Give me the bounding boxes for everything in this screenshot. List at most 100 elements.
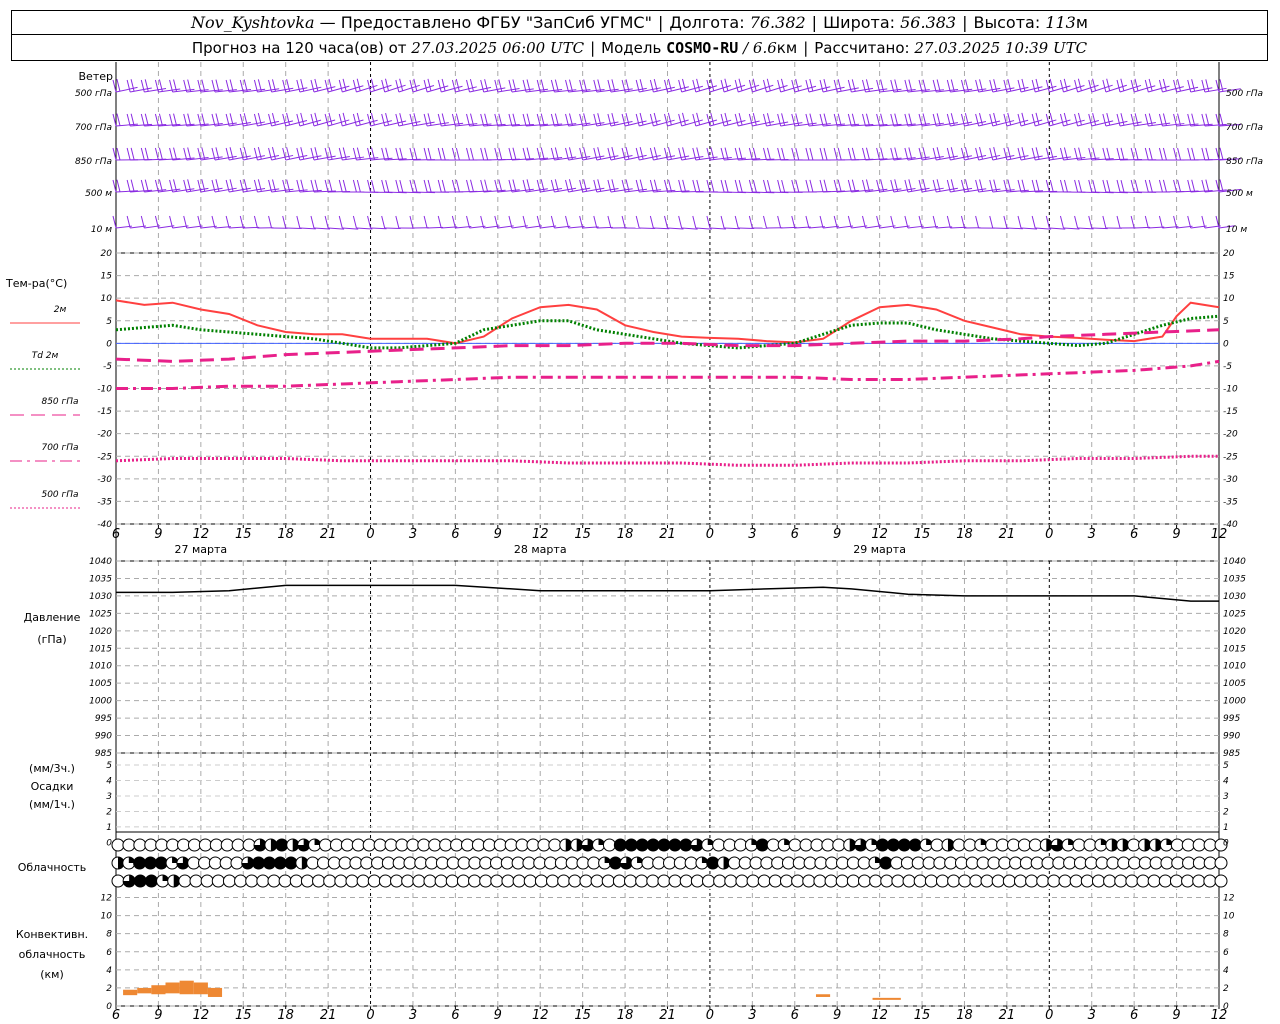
wind-barb-feather <box>158 113 163 126</box>
temp-tick-right: -35 <box>1223 497 1238 507</box>
temp-tick-left: -5 <box>103 362 112 372</box>
wind-barb-feather <box>1120 179 1125 193</box>
hour-tick-label: 9 <box>833 1008 841 1023</box>
wind-barb-feather <box>777 79 782 93</box>
cloud-cover-circle <box>803 856 817 870</box>
wind-barb-feather <box>253 147 258 161</box>
wind-barb-feather <box>338 113 343 127</box>
wind-barb-feather <box>300 147 305 160</box>
cloud-cover-circle <box>835 874 849 888</box>
temp-tick-left: -10 <box>97 385 112 395</box>
hour-tick-label: 12 <box>532 1008 549 1023</box>
wind-barb-feather <box>989 147 994 161</box>
cloud-cover-circle <box>701 874 715 888</box>
cloud-cover-circle <box>996 838 1010 852</box>
wind-barb-feather <box>1148 179 1153 193</box>
wind-barb-feather <box>423 215 428 229</box>
wind-barb-feather <box>385 180 390 193</box>
cloud-cover-circle <box>779 874 793 888</box>
wind-barb-feather <box>1106 113 1111 126</box>
hour-tick-label: 3 <box>748 1008 756 1023</box>
wind-barb-feather <box>314 179 319 192</box>
wind-barb-feather <box>268 215 273 229</box>
wind-barb-feather <box>710 112 715 126</box>
cloud-cover-circle <box>445 874 459 888</box>
hour-tick-label: 15 <box>914 1008 931 1023</box>
cloud-cover-circle <box>220 838 234 852</box>
wind-barb-feather <box>1201 179 1206 193</box>
cloud-cover-circle <box>1170 838 1184 852</box>
hour-tick-label: 18 <box>956 1008 973 1023</box>
wind-barb-shaft <box>1063 227 1080 230</box>
cloud-cover-circle <box>537 838 551 852</box>
wind-barb-feather <box>352 79 357 93</box>
wind-barb-shaft <box>370 227 387 230</box>
cloud-cover-circle <box>657 874 671 888</box>
cloud-cover-circle <box>533 856 547 870</box>
cloud-cover-circle <box>1182 856 1196 870</box>
cloud-cover-circle <box>565 856 579 870</box>
wind-barb-feather <box>1049 112 1054 126</box>
cloud-cover-circle <box>602 838 616 852</box>
wind-barb-feather <box>720 215 725 229</box>
cloud-cover-circle <box>825 856 839 870</box>
wind-barb-feather <box>1158 215 1163 229</box>
wind-barb-feather <box>338 79 343 93</box>
cloud-cover-circle <box>568 874 582 888</box>
wind-barb-feather <box>268 147 273 161</box>
wind-barb-feather <box>395 147 400 161</box>
wind-barb-feather <box>140 113 145 127</box>
cloud-cover-circle <box>824 874 838 888</box>
wind-barb-feather <box>554 113 559 126</box>
wind-barb-feather <box>314 112 319 126</box>
cloud-cover-circle <box>1019 856 1033 870</box>
cloud-cover-circle <box>891 874 905 888</box>
wind-barb-feather <box>819 179 824 193</box>
pres-tick-left: 985 <box>95 749 112 759</box>
wind-barb-feather <box>201 113 206 126</box>
wind-barb-feather <box>607 215 612 229</box>
wind-barb-feather <box>667 112 672 126</box>
temp-tick-right: 20 <box>1223 249 1235 259</box>
conv-cloud-bar <box>872 997 901 1000</box>
wind-barb-feather <box>1201 147 1206 161</box>
cloud-cover-circle <box>947 874 961 888</box>
wind-barb-feather <box>1158 147 1163 161</box>
wind-barb-feather <box>158 179 163 192</box>
cloud-cover-circle <box>373 838 387 852</box>
temp-tick-left: 15 <box>101 272 113 282</box>
wind-barb-feather <box>367 113 372 127</box>
pres-tick-left: 995 <box>95 714 112 724</box>
cloud-cover-circle <box>378 874 392 888</box>
hour-tick-label: 12 <box>871 1008 888 1023</box>
pres-tick-left: 1040 <box>89 557 112 567</box>
cloud-cover-circle <box>1095 856 1109 870</box>
conv-tick-right: 8 <box>1223 930 1229 940</box>
cloud-cover-circle <box>1192 874 1206 888</box>
wind-barb-feather <box>837 79 842 92</box>
cloud-cover-circle <box>1192 838 1206 852</box>
wind-barb-feather <box>738 180 743 193</box>
wind-barb-feather <box>763 147 767 161</box>
wind-barb-feather <box>522 113 527 127</box>
wind-barb-feather <box>338 179 343 193</box>
precip-tick-right: 3 <box>1223 792 1229 802</box>
cloud-cover-circle <box>200 874 214 888</box>
conv-tick-right: 2 <box>1223 984 1229 994</box>
wind-barb-shaft <box>1077 227 1094 230</box>
wind-barb-feather <box>1077 78 1082 91</box>
wind-barb-feather <box>1063 78 1068 91</box>
day-label: 27 марта <box>175 543 228 556</box>
cloud-cover-circle <box>209 838 223 852</box>
cloud-cover-circle <box>1073 856 1087 870</box>
wind-barb-feather <box>1045 179 1050 193</box>
hour-tick-label: 9 <box>494 527 502 542</box>
hour-tick-label: 15 <box>574 1008 591 1023</box>
wind-level-label-right: 850 гПа <box>1226 157 1263 167</box>
hour-tick-label: 9 <box>1172 1008 1180 1023</box>
wind-barb-feather <box>1219 179 1224 192</box>
cloud-cover-circle <box>412 874 426 888</box>
cloud-cover-fill <box>756 839 769 851</box>
wind-barb-feather <box>1162 179 1167 193</box>
wind-barb-feather <box>1017 215 1022 229</box>
